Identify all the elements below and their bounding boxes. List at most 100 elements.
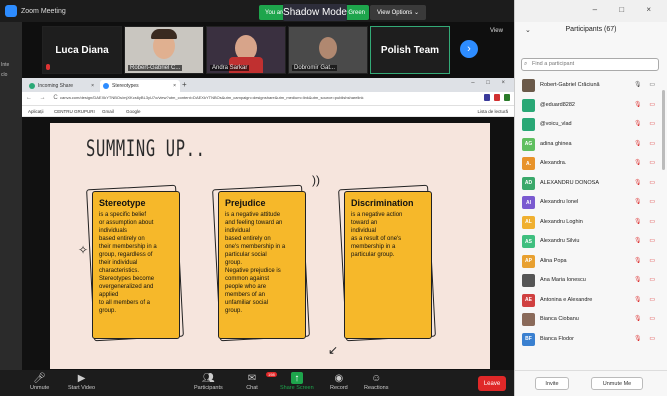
video-tile[interactable]: Andra Sarkar (206, 26, 286, 74)
participant-name: Alexandru Ionel (540, 199, 579, 205)
new-tab-icon[interactable]: + (182, 80, 187, 89)
participant-row[interactable]: AL Alexandru Loghin 🎙︎ ▭ (515, 213, 667, 233)
bookmark[interactable]: Google (126, 109, 141, 114)
muted-mic-icon: 🎙︎ ▭ (634, 218, 658, 225)
tile-name: Polish Team (380, 45, 440, 56)
participant-row[interactable]: AE Antonina e Alexandre 🎙︎ ▭ (515, 291, 667, 311)
left-text: clo (1, 72, 8, 78)
address-bar: ← → C canva.com/design/DAEXkYTNBOs/mjXKc… (22, 92, 514, 106)
banner-left-text: You are (265, 9, 286, 16)
participant-row[interactable]: Ana Maria Ionescu 🎙︎ ▭ (515, 271, 667, 291)
tab-favicon-icon (29, 83, 35, 89)
participant-row[interactable]: Bianca Ciobanu 🎙︎ ▭ (515, 310, 667, 330)
participant-row[interactable]: AD ALEXANDRU DONOSA 🎙︎ ▭ (515, 174, 667, 194)
participant-list: Robert-Gabriel Crăciună 🎙︎ ▭ @eduard8282 🎙︎… (515, 76, 667, 349)
card-stereotype: Stereotype is a specific belief or assum… (92, 191, 180, 339)
chat-label: Chat (246, 385, 258, 391)
bookmark[interactable]: CENTRU GRUPURI (54, 109, 95, 114)
next-page-icon[interactable]: › (460, 40, 478, 58)
share-screen-label: Share Screen (280, 385, 314, 391)
participant-row[interactable]: AG adina ghinea 🎙︎ ▭ (515, 135, 667, 155)
url-field[interactable]: canva.com/design/DAEXkYTNBOs/mjXKcs6yBL3… (60, 95, 450, 103)
panel-titlebar: – □ × (515, 0, 667, 22)
extension-icon[interactable] (484, 94, 490, 101)
participant-name: Alina Popa (540, 257, 567, 264)
shared-browser: Incoming Share × Stereotypes × + – □ × ←… (22, 78, 514, 370)
avatar: BF (522, 332, 535, 346)
muted-mic-icon: 🎙︎ ▭ (634, 121, 658, 127)
slide-title: SUMMING UP.. (86, 137, 206, 162)
extension-icon[interactable] (504, 94, 510, 101)
participant-name: Ana Maria Ionescu (540, 277, 586, 283)
muted-mic-icon: 🎙︎ ▭ (634, 179, 658, 186)
participant-name: Alexandra. (540, 160, 567, 166)
participant-row[interactable]: BF Bianca Flodor 🎙︎ ▭ (515, 330, 667, 350)
line-doodle-icon: )) (312, 173, 320, 187)
tile-label: Dobromir Gat... (292, 65, 338, 71)
view-options-button[interactable]: View Options ⌄ (370, 5, 426, 20)
participant-row[interactable]: @voicu_vlad 🎙︎ ▭ (515, 115, 667, 135)
participant-row[interactable]: AS Alexandru Silviu 🎙︎ ▭ (515, 232, 667, 252)
bookmark[interactable]: Gmail (102, 109, 114, 114)
avatar (522, 79, 535, 92)
nav-arrows-icon[interactable]: ← → C (26, 95, 61, 101)
panel-footer: Invite Unmute Me (515, 370, 667, 396)
bookmark[interactable]: Aplicații (28, 109, 44, 114)
reading-list[interactable]: Lista de lectură (477, 109, 508, 114)
window-controls[interactable]: – □ × (471, 80, 510, 86)
close-icon[interactable]: × (173, 83, 176, 89)
avatar (522, 98, 535, 112)
muted-mic-icon: 🎙︎ ▭ (634, 160, 658, 166)
avatar: AG (522, 137, 535, 151)
slide-viewport: SUMMING UP.. Stereotype is a specific be… (22, 117, 514, 370)
reactions-icon: ☺ (371, 372, 382, 384)
participant-row[interactable]: AP Alina Popa 🎙︎ ▭ (515, 252, 667, 272)
unmute-me-button[interactable]: Unmute Me (591, 377, 643, 390)
reactions-button[interactable]: ☺ Reactions (364, 372, 388, 392)
participant-row[interactable]: Robert-Gabriel Crăciună 🎙︎ ▭ (515, 76, 667, 96)
start-video-button[interactable]: ▶︎ Start Video (68, 372, 96, 392)
chat-button[interactable]: ✉︎ 198 Chat (246, 372, 277, 391)
start-video-label: Start Video (68, 385, 96, 391)
avatar: AI (522, 196, 535, 209)
left-text: Inte (1, 62, 10, 68)
participant-name: Bianca Flodor (540, 335, 574, 342)
browser-tab[interactable]: Stereotypes × (100, 80, 180, 92)
muted-mic-icon: 🎙︎ ▭ (634, 238, 658, 244)
extension-icon[interactable] (494, 94, 500, 101)
video-tile[interactable]: Robert-Gabriel C... (124, 26, 204, 74)
browser-tab[interactable]: Incoming Share × (26, 80, 98, 92)
close-icon[interactable]: × (91, 83, 94, 89)
record-button[interactable]: ◉ Record (330, 372, 348, 392)
avatar: AD (522, 176, 535, 190)
window-controls[interactable]: – □ × (593, 5, 661, 14)
video-strip: Luca Diana Robert-Gabriel C... Andra Sar… (22, 22, 514, 78)
tab-title: Stereotypes (112, 83, 139, 89)
participant-row[interactable]: @eduard8282 🎙︎ ▭ (515, 96, 667, 116)
avatar: AL (522, 215, 535, 229)
participant-search-input[interactable]: ⌕ Find a participant (521, 58, 659, 71)
participant-row[interactable]: A. Alexandra. 🎙︎ ▭ (515, 154, 667, 174)
tile-name: Luca Diana (55, 45, 109, 56)
avatar: AP (522, 254, 535, 268)
participant-row[interactable]: AI Alexandru Ionel 🎙︎ ▭ (515, 193, 667, 213)
zoom-logo-icon (5, 5, 17, 17)
card-body: is a negative attitude and feeling towar… (225, 212, 286, 314)
video-tile[interactable]: Polish Team (370, 26, 450, 74)
leave-button[interactable]: Leave (478, 376, 506, 391)
video-tile[interactable]: Dobromir Gat... (288, 26, 368, 74)
zoom-titlebar: Zoom Meeting (0, 0, 514, 22)
invite-button[interactable]: Invite (535, 377, 569, 390)
share-screen-button[interactable]: ↑ Share Screen (280, 372, 314, 391)
scrollbar[interactable] (662, 90, 665, 170)
participant-name: ALEXANDRU DONOSA (540, 179, 599, 186)
participants-panel: – □ × ⌄ Participants (67) ⌕ Find a parti… (514, 0, 667, 396)
participant-name: Alexandru Loghin (540, 218, 583, 225)
participants-button[interactable]: 👥︎ Participants (194, 372, 223, 392)
muted-mic-icon: 🎙︎ ▭ (634, 257, 658, 264)
chat-icon: ✉︎ (247, 372, 257, 384)
video-tile[interactable]: Luca Diana (42, 26, 122, 74)
view-button[interactable]: View (490, 28, 503, 34)
unmute-button[interactable]: 🎤︎ Unmute (30, 372, 49, 392)
record-icon: ◉ (334, 372, 344, 384)
